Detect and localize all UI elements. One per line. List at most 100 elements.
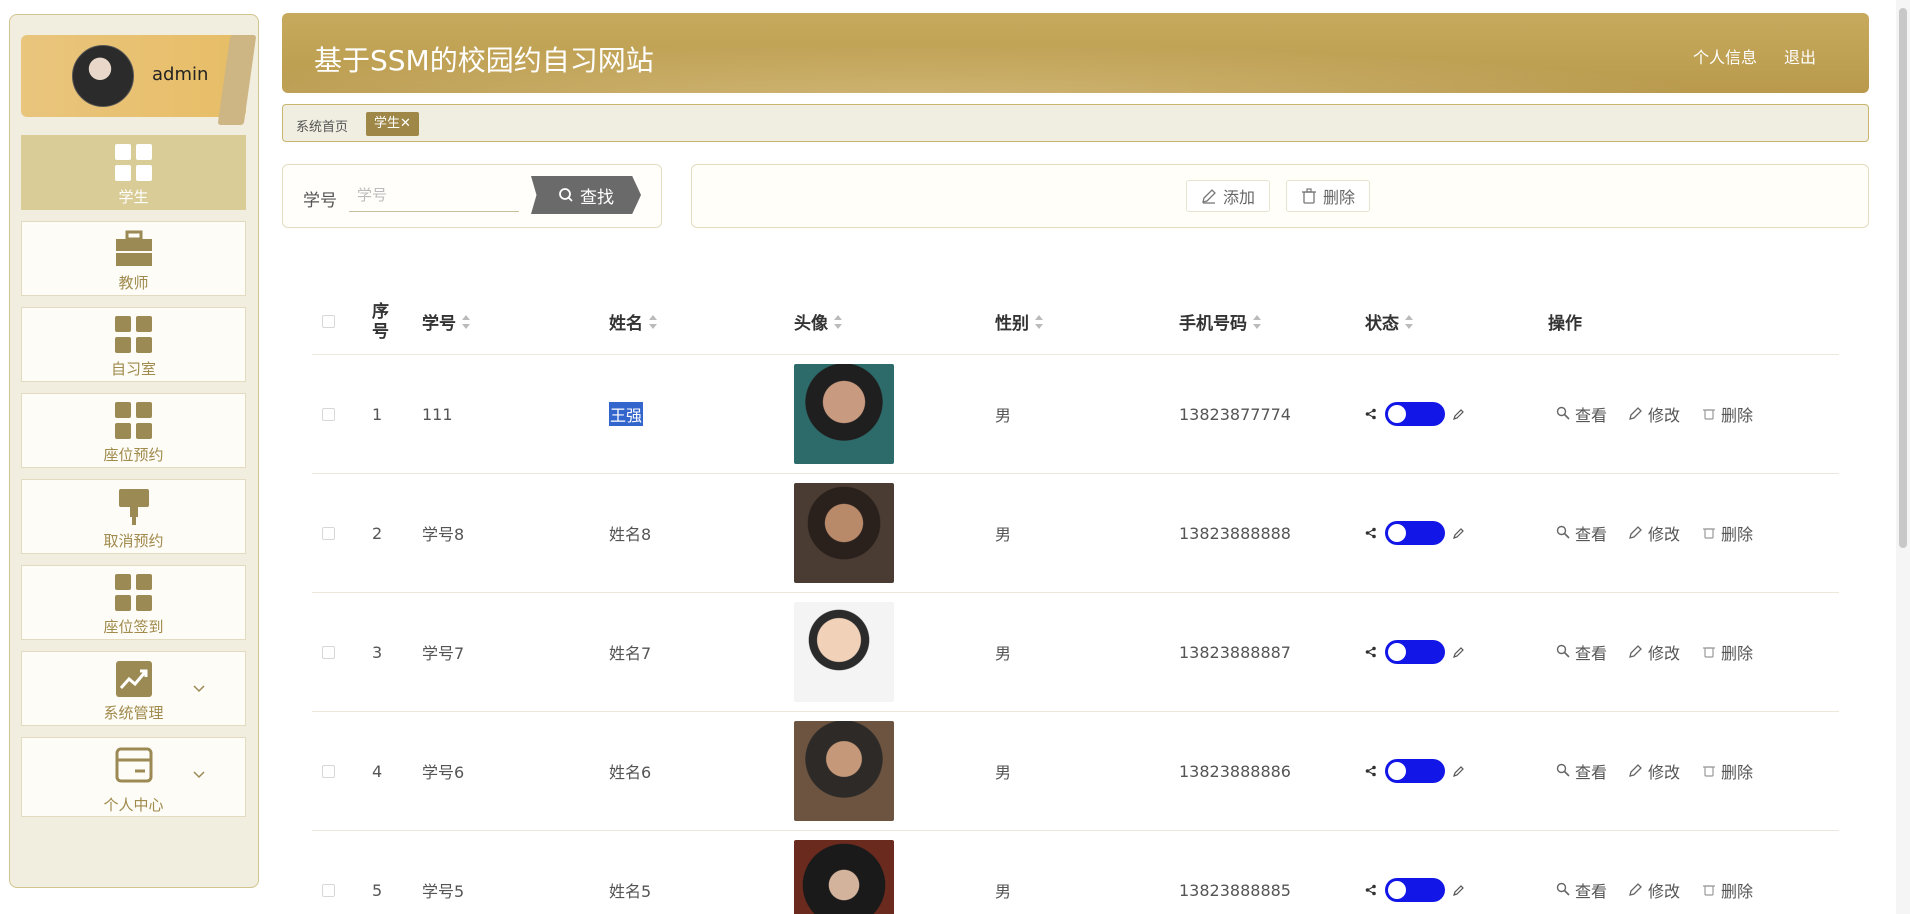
search-icon (1556, 881, 1570, 900)
view-button[interactable]: 查看 (1556, 878, 1607, 902)
view-label: 查看 (1575, 525, 1608, 544)
col-label: 状态 (1365, 314, 1399, 334)
delete-label: 删除 (1721, 882, 1754, 901)
edit-label: 修改 (1648, 763, 1681, 782)
sidebar-item-study-rooms[interactable]: 自习室 (21, 307, 246, 382)
grid-icon (114, 402, 153, 440)
scrollbar[interactable] (1896, 0, 1910, 914)
chart-icon (115, 661, 152, 697)
delete-label: 删除 (1721, 406, 1754, 425)
row-delete-button[interactable]: 删除 (1702, 640, 1753, 664)
add-button[interactable]: 添加 (1186, 180, 1271, 212)
cell-phone: 13823888886 (1179, 761, 1291, 781)
sort-icon[interactable] (649, 314, 657, 329)
delete-button[interactable]: 删除 (1286, 180, 1371, 212)
search-button-label: 查找 (580, 187, 614, 208)
student-photo[interactable] (794, 483, 894, 583)
cell-phone: 13823888885 (1179, 880, 1291, 900)
view-button[interactable]: 查看 (1556, 402, 1607, 426)
student-photo[interactable] (794, 602, 894, 702)
close-icon[interactable]: ✕ (400, 116, 411, 131)
col-student-id[interactable]: 学号 (422, 289, 470, 354)
row-checkbox[interactable] (322, 526, 335, 540)
row-checkbox[interactable] (322, 645, 335, 659)
sidebar-item-seat-booking[interactable]: 座位预约 (21, 393, 246, 468)
scrollbar-thumb[interactable] (1899, 8, 1907, 548)
logout-link[interactable]: 退出 (1784, 44, 1816, 68)
name-text: 王强 (609, 402, 644, 426)
table-row: 5 学号5 姓名5 男 13823888885 查看 修改 删除 (312, 831, 1839, 914)
view-button[interactable]: 查看 (1556, 640, 1607, 664)
trash-icon (1702, 881, 1716, 900)
sort-icon[interactable] (1405, 314, 1413, 329)
sidebar-item-seat-checkin[interactable]: 座位签到 (21, 565, 246, 640)
profile-link[interactable]: 个人信息 (1693, 44, 1757, 68)
cell-student-id: 学号7 (422, 644, 465, 663)
row-delete-button[interactable]: 删除 (1702, 521, 1753, 545)
row-delete-button[interactable]: 删除 (1702, 878, 1753, 902)
status-toggle[interactable] (1385, 878, 1445, 902)
cell-name: 姓名6 (609, 712, 651, 830)
select-all-checkbox[interactable] (322, 315, 335, 328)
row-delete-button[interactable]: 删除 (1702, 759, 1753, 783)
tab-home[interactable]: 系统首页 (296, 116, 348, 135)
pencil-icon (1453, 647, 1464, 658)
student-id-search-input[interactable] (349, 180, 519, 212)
edit-button[interactable]: 修改 (1629, 640, 1680, 664)
search-button[interactable]: 查找 (531, 176, 641, 214)
student-photo[interactable] (794, 840, 894, 914)
status-toggle[interactable] (1385, 402, 1445, 426)
col-status[interactable]: 状态 (1365, 289, 1413, 354)
edit-button[interactable]: 修改 (1629, 402, 1680, 426)
row-checkbox[interactable] (322, 407, 335, 421)
sidebar-item-personal-center[interactable]: 个人中心 (21, 737, 246, 817)
status-toggle[interactable] (1385, 640, 1445, 664)
col-phone[interactable]: 手机号码 (1179, 289, 1261, 354)
sidebar-item-cancel-booking[interactable]: 取消预约 (21, 479, 246, 554)
status-toggle[interactable] (1385, 521, 1445, 545)
row-checkbox[interactable] (322, 764, 335, 778)
sidebar-item-system-management[interactable]: 系统管理 (21, 651, 246, 726)
col-label: 手机号码 (1179, 314, 1247, 334)
toggle-knob (1388, 643, 1406, 661)
trash-icon (1702, 405, 1716, 424)
tab-label: 学生 (374, 116, 401, 131)
student-photo[interactable] (794, 364, 894, 464)
edit-icon (1629, 643, 1643, 662)
col-gender[interactable]: 性别 (995, 289, 1043, 354)
view-button[interactable]: 查看 (1556, 759, 1607, 783)
edit-button[interactable]: 修改 (1629, 878, 1680, 902)
status-toggle[interactable] (1385, 759, 1445, 783)
row-delete-button[interactable]: 删除 (1702, 402, 1753, 426)
sidebar-item-teachers[interactable]: 教师 (21, 221, 246, 296)
table-row: 3 学号7 姓名7 男 13823888887 查看 修改 删除 (312, 593, 1839, 712)
edit-icon (1629, 762, 1643, 781)
edit-button[interactable]: 修改 (1629, 759, 1680, 783)
share-icon (1365, 884, 1376, 896)
col-avatar[interactable]: 头像 (794, 289, 842, 354)
edit-label: 修改 (1648, 882, 1681, 901)
sort-icon[interactable] (1253, 314, 1261, 329)
cell-index: 2 (372, 523, 383, 543)
row-select-cell (322, 355, 335, 473)
grid-icon (114, 574, 153, 612)
tab-students[interactable]: 学生✕ (366, 112, 419, 136)
row-select-cell (322, 712, 335, 830)
cell-gender: 男 (995, 525, 1012, 544)
sort-icon[interactable] (834, 314, 842, 329)
table-row: 1 111 王强 男 13823877774 查看 修改 删除 (312, 355, 1839, 474)
toggle-knob (1388, 762, 1406, 780)
row-checkbox[interactable] (322, 883, 335, 897)
sort-icon[interactable] (1035, 314, 1043, 329)
edit-button[interactable]: 修改 (1629, 521, 1680, 545)
cell-name: 姓名7 (609, 593, 651, 711)
student-photo[interactable] (794, 721, 894, 821)
cell-avatar (794, 593, 894, 711)
sidebar-item-label: 座位预约 (103, 446, 164, 464)
col-name[interactable]: 姓名 (609, 289, 657, 354)
sort-icon[interactable] (462, 314, 470, 329)
edit-icon (1629, 881, 1643, 900)
view-label: 查看 (1575, 882, 1608, 901)
view-button[interactable]: 查看 (1556, 521, 1607, 545)
sidebar-item-students[interactable]: 学生 (21, 135, 246, 210)
